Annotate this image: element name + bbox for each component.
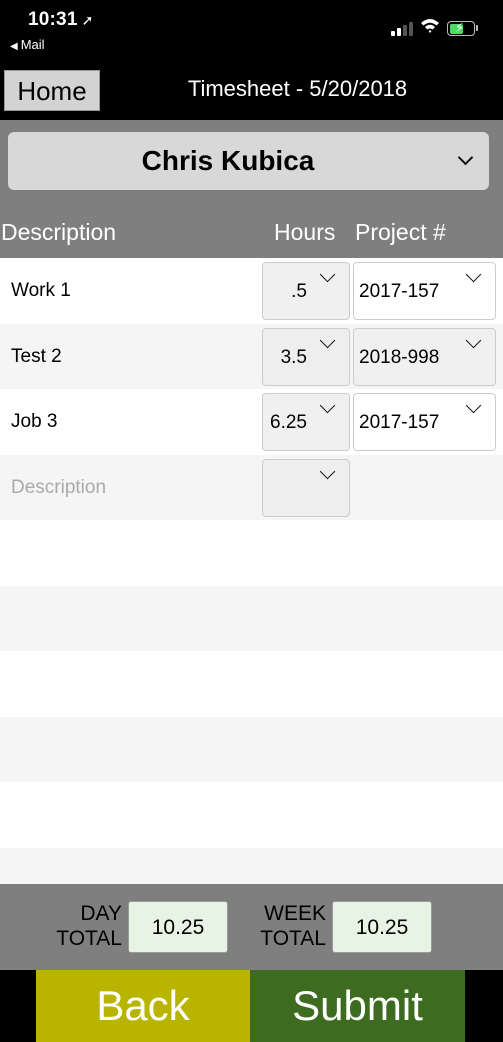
- signal-bar: [391, 31, 395, 36]
- chevron-down-icon: [465, 266, 482, 283]
- empty-row: [0, 520, 503, 586]
- column-header-hours: Hours: [274, 219, 336, 245]
- chevron-down-icon: [457, 149, 474, 166]
- column-header-description: Description: [1, 219, 117, 245]
- signal-bar: [397, 28, 401, 36]
- charging-bolt-icon: ⚡: [455, 20, 465, 35]
- wifi-icon: [421, 19, 439, 33]
- empty-row: [0, 716, 503, 782]
- back-triangle-icon: ◀: [10, 41, 18, 52]
- empty-row: [0, 651, 503, 717]
- hours-value: .5: [291, 281, 307, 302]
- action-bar: Back Submit: [0, 970, 503, 1042]
- project-select[interactable]: 2018-998: [353, 327, 496, 386]
- project-value: 2018-998: [359, 346, 440, 368]
- home-button[interactable]: Home: [4, 70, 100, 111]
- back-app-label: Mail: [20, 37, 45, 52]
- entry-row: Job 3 6.25 2017-157: [0, 389, 503, 455]
- totals-bar: DAY TOTAL 10.25 WEEK TOTAL 10.25: [0, 884, 503, 970]
- cellular-signal-icon: [391, 22, 413, 36]
- hours-select[interactable]: .5: [262, 262, 350, 320]
- chevron-down-icon: [465, 397, 482, 414]
- entry-description[interactable]: Work 1: [11, 280, 71, 302]
- column-header-project: Project #: [355, 219, 446, 245]
- project-select[interactable]: 2017-157: [353, 393, 496, 451]
- entry-description[interactable]: Job 3: [11, 411, 57, 433]
- new-entry-row: Description: [0, 454, 503, 520]
- employee-name: Chris Kubica: [141, 145, 315, 176]
- project-select[interactable]: 2017-157: [353, 262, 496, 320]
- empty-row: [0, 585, 503, 651]
- signal-bar: [409, 22, 413, 36]
- back-button[interactable]: Back: [36, 970, 250, 1042]
- week-total-value: 10.25: [332, 901, 432, 953]
- location-arrow-icon: ➚: [81, 12, 94, 28]
- submit-button[interactable]: Submit: [250, 970, 465, 1042]
- chevron-down-icon: [319, 266, 336, 283]
- nav-bar: Home Timesheet - 5/20/2018: [0, 62, 503, 120]
- hours-select[interactable]: 3.5: [262, 327, 350, 386]
- chevron-down-icon: [319, 463, 336, 479]
- employee-select[interactable]: Chris Kubica: [8, 132, 489, 190]
- chevron-down-icon: [465, 332, 482, 348]
- new-hours-select[interactable]: [262, 458, 350, 517]
- day-total-label-line2: TOTAL: [56, 927, 122, 950]
- week-total-label-line2: TOTAL: [260, 927, 326, 950]
- day-total-value: 10.25: [128, 901, 228, 953]
- page-title: Timesheet - 5/20/2018: [187, 76, 408, 101]
- hours-value: 6.25: [270, 412, 307, 433]
- day-total-label-line1: DAY: [80, 902, 122, 925]
- entry-description[interactable]: Test 2: [11, 346, 62, 368]
- project-value: 2017-157: [359, 281, 440, 302]
- entry-row: Test 2 3.5 2018-998: [0, 323, 503, 389]
- week-total-label: WEEK TOTAL: [240, 901, 326, 951]
- week-total-label-line1: WEEK: [264, 902, 326, 925]
- battery-cap: [476, 25, 478, 31]
- battery-icon: ⚡: [447, 20, 475, 36]
- entry-row: Work 1 .5 2017-157: [0, 258, 503, 324]
- timesheet-header: Chris Kubica Description Hours Project #: [0, 120, 503, 258]
- chevron-down-icon: [319, 397, 336, 414]
- chevron-down-icon: [319, 332, 336, 348]
- project-value: 2017-157: [359, 412, 440, 433]
- hours-value: 3.5: [280, 346, 307, 368]
- signal-bar: [403, 25, 407, 36]
- entry-list: Work 1 .5 2017-157 Test 2 3.5 2018-998 J…: [0, 258, 503, 913]
- status-bar: 10:31 ➚ ◀ Mail ⚡: [0, 0, 503, 62]
- clock-text: 10:31: [28, 9, 78, 30]
- empty-row: [0, 782, 503, 848]
- day-total-label: DAY TOTAL: [40, 901, 122, 951]
- hours-select[interactable]: 6.25: [262, 393, 350, 451]
- back-to-app-link[interactable]: ◀ Mail: [10, 37, 45, 52]
- new-description-input[interactable]: Description: [11, 477, 106, 499]
- status-time: 10:31 ➚: [28, 9, 94, 31]
